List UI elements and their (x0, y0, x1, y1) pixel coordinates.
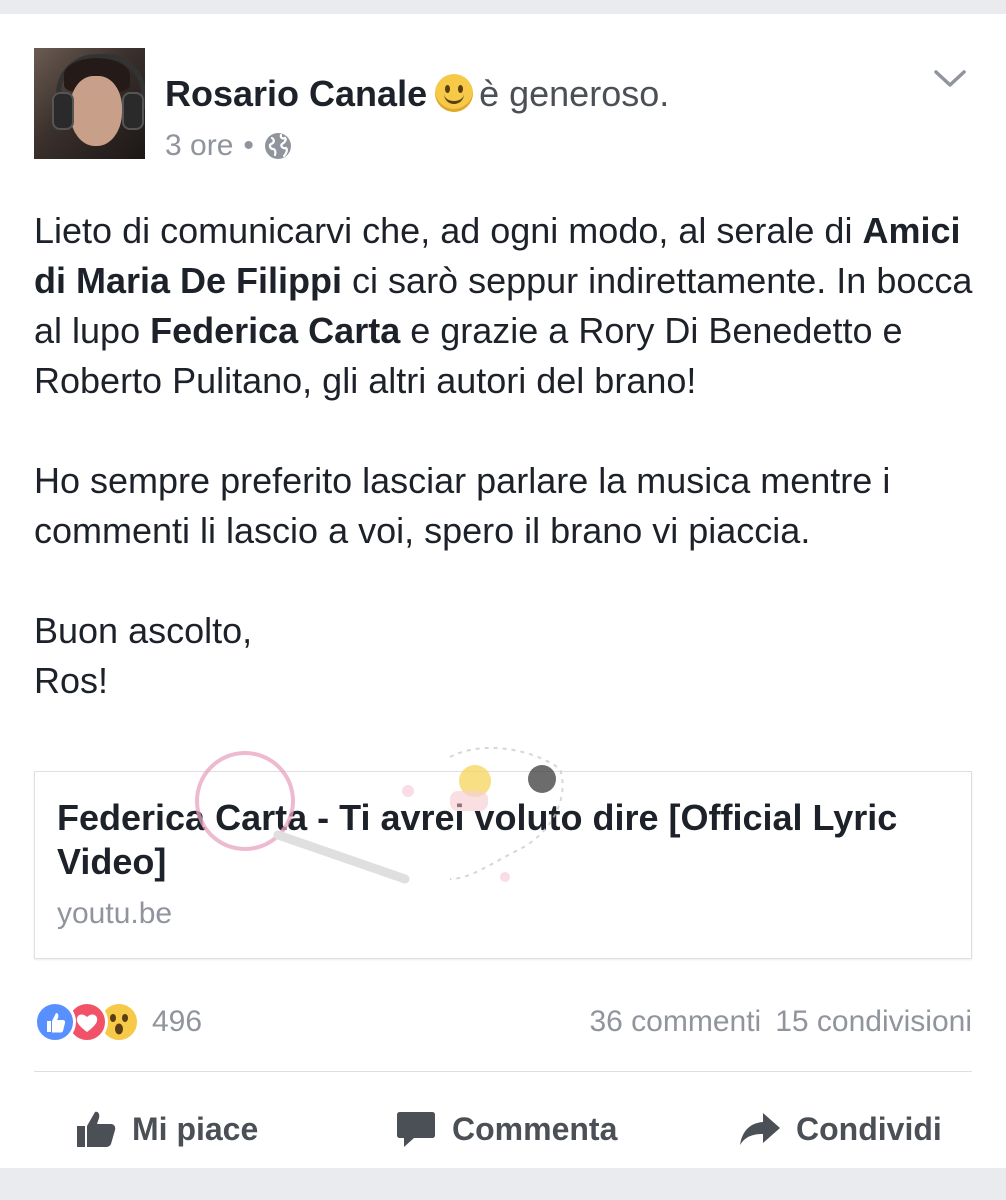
reaction-count: 496 (152, 1005, 203, 1038)
post-paragraph-2: Ho sempre preferito lasciar parlare la m… (34, 460, 891, 551)
post-paragraph-3: Buon ascolto, Ros! (34, 610, 253, 701)
reactions-summary[interactable]: 496 (34, 1000, 202, 1044)
post-card: Rosario Canale è generoso. 3 ore • Lieto … (0, 14, 1006, 1168)
comment-button[interactable]: Commenta (394, 1094, 617, 1164)
post-paragraph-1: Lieto di comunicarvi che, ad ogni modo, … (34, 210, 973, 401)
link-preview-card[interactable]: Federica Carta - Ti avrei voluto dire [O… (34, 771, 972, 959)
action-bar: Mi piace Commenta Condividi (34, 1094, 972, 1164)
chevron-down-icon[interactable] (932, 66, 968, 90)
share-arrow-icon (740, 1113, 780, 1145)
engagement-counts: 36 commenti 15 condivisioni (589, 1000, 972, 1044)
post-time[interactable]: 3 ore (165, 126, 233, 166)
like-reaction-icon (34, 1001, 76, 1043)
share-button-label: Condividi (796, 1110, 942, 1147)
thumbs-up-icon (77, 1111, 116, 1147)
feeling-text: è generoso. (479, 73, 670, 114)
divider (34, 1071, 972, 1072)
like-button[interactable]: Mi piace (74, 1094, 258, 1164)
author-name[interactable]: Rosario Canale (165, 73, 427, 114)
globe-icon (264, 133, 291, 159)
comments-count[interactable]: 36 commenti (589, 1000, 761, 1044)
comment-button-label: Commenta (452, 1110, 618, 1147)
comment-icon (397, 1112, 435, 1147)
mentioned-artist-link[interactable]: Federica Carta (150, 310, 400, 351)
like-button-label: Mi piace (132, 1110, 259, 1147)
post-header: Rosario Canale è generoso. (165, 70, 669, 118)
share-button[interactable]: Condividi (738, 1094, 942, 1164)
meta-separator: • (243, 129, 254, 162)
smile-emoji-icon (435, 74, 474, 112)
post-meta: 3 ore • (165, 126, 292, 166)
shares-count[interactable]: 15 condivisioni (775, 1000, 972, 1044)
avatar[interactable] (34, 48, 145, 159)
link-preview-title[interactable]: Federica Carta - Ti avrei voluto dire [O… (57, 796, 947, 884)
post-text: Lieto di comunicarvi che, ad ogni modo, … (34, 206, 979, 706)
link-preview-domain: youtu.be (57, 897, 173, 930)
